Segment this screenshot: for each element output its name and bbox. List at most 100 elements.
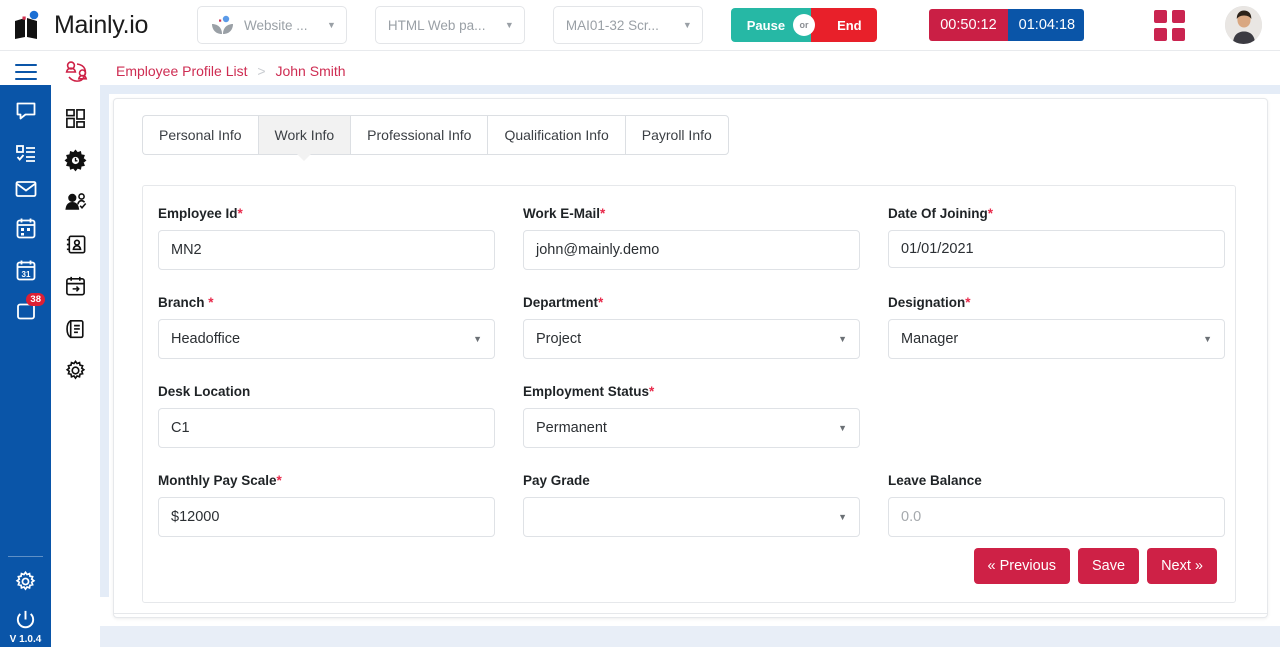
monthly-pay-scale-input[interactable]: $12000	[158, 497, 495, 537]
grid-cell	[1153, 9, 1167, 23]
sidebar-item-leave[interactable]	[51, 265, 100, 307]
sidebar-item-reports[interactable]	[51, 307, 100, 349]
grid-cell	[1153, 27, 1167, 41]
grid-cell	[1171, 27, 1185, 41]
brand-name: Mainly.io	[54, 10, 149, 39]
breadcrumb-parent-link[interactable]: Employee Profile List	[116, 63, 248, 79]
work-email-label: Work E-Mail*	[523, 206, 606, 221]
timer-group: 00:50:12 01:04:18	[929, 9, 1084, 41]
designation-select[interactable]: Manager ▼	[888, 319, 1225, 359]
tab-professional-info[interactable]: Professional Info	[350, 115, 488, 155]
monthly-pay-scale-label: Monthly Pay Scale*	[158, 473, 282, 488]
field-branch: Branch * Headoffice ▼	[158, 295, 495, 359]
work-info-form: Employee Id* MN2 Work E-Mail* john@mainl…	[142, 185, 1236, 603]
people-network-icon[interactable]	[51, 51, 100, 93]
chevron-down-icon: ▼	[838, 334, 847, 344]
chevron-down-icon: ▼	[1203, 334, 1212, 344]
total-timer: 01:04:18	[1007, 9, 1084, 41]
hamburger-line	[15, 71, 37, 73]
grid-cell	[1171, 9, 1185, 23]
tab-qualification-info[interactable]: Qualification Info	[487, 115, 625, 155]
notes-badge: 38	[26, 293, 45, 306]
sidebar-item-settings[interactable]	[0, 560, 51, 602]
app-version: V 1.0.4	[9, 634, 42, 645]
pay-grade-label: Pay Grade	[523, 473, 590, 488]
field-department: Department* Project ▼	[523, 295, 860, 359]
next-button[interactable]: Next »	[1147, 548, 1217, 584]
end-button[interactable]: End	[811, 8, 878, 42]
website-select[interactable]: Website ... ▼	[196, 6, 347, 44]
employee-id-input[interactable]: MN2	[158, 230, 495, 270]
chevron-down-icon: ▼	[473, 334, 482, 344]
field-work-email: Work E-Mail* john@mainly.demo	[523, 206, 860, 270]
branch-value: Headoffice	[171, 331, 241, 347]
employee-profile-panel: Personal Info Work Info Professional Inf…	[113, 98, 1268, 618]
breadcrumb-separator: >	[257, 63, 266, 79]
previous-button[interactable]: « Previous	[973, 548, 1071, 584]
breadcrumb-current[interactable]: John Smith	[275, 63, 345, 79]
sidebar-item-dashboard[interactable]	[51, 97, 100, 139]
pay-grade-select[interactable]: ▼	[523, 497, 860, 537]
department-value: Project	[536, 331, 582, 347]
sidebar-item-schedule[interactable]: 31	[0, 249, 51, 291]
designation-value: Manager	[901, 331, 959, 347]
date-of-joining-label: Date Of Joining*	[888, 206, 994, 221]
save-button[interactable]: Save	[1078, 548, 1140, 584]
hamburger-line	[15, 64, 37, 66]
date-of-joining-input[interactable]: 01/01/2021	[888, 230, 1225, 268]
department-select[interactable]: Project ▼	[523, 319, 860, 359]
field-employee-id: Employee Id* MN2	[158, 206, 495, 270]
session-control: Pause or End	[730, 8, 878, 42]
employment-status-label: Employment Status*	[523, 384, 655, 399]
tab-personal-info[interactable]: Personal Info	[142, 115, 258, 155]
website-leaf-icon	[210, 14, 236, 36]
chevron-down-icon: ▼	[504, 20, 514, 30]
desk-location-input[interactable]: C1	[158, 408, 495, 448]
field-date-of-joining: Date Of Joining* 01/01/2021	[888, 206, 1225, 268]
leave-balance-input[interactable]: 0.0	[888, 497, 1225, 537]
sidebar-item-employees[interactable]	[51, 223, 100, 265]
tab-work-info[interactable]: Work Info	[257, 115, 351, 155]
footer-divider	[113, 613, 1268, 614]
chevron-down-icon: ▼	[326, 20, 336, 30]
field-monthly-pay-scale: Monthly Pay Scale* $12000	[158, 473, 495, 537]
content-top-strip	[100, 85, 1280, 94]
leave-balance-label: Leave Balance	[888, 473, 982, 488]
svg-text:31: 31	[21, 270, 30, 279]
branch-label: Branch *	[158, 295, 214, 310]
field-pay-grade: Pay Grade ▼	[523, 473, 860, 537]
employment-status-select[interactable]: Permanent ▼	[523, 408, 860, 448]
field-desk-location: Desk Location C1	[158, 384, 495, 448]
tab-payroll-info[interactable]: Payroll Info	[624, 115, 729, 155]
field-employment-status: Employment Status* Permanent ▼	[523, 384, 860, 448]
sidebar-item-attendance[interactable]	[51, 181, 100, 223]
field-leave-balance: Leave Balance 0.0	[888, 473, 1225, 537]
task-id-select[interactable]: MAI01-32 Scr... ▼	[552, 6, 703, 44]
sidebar-item-settings-secondary[interactable]	[51, 349, 100, 391]
desk-location-label: Desk Location	[158, 384, 251, 399]
brand-logo[interactable]: Mainly.io	[0, 10, 197, 40]
chevron-down-icon: ▼	[838, 423, 847, 433]
or-divider-label: or	[792, 14, 815, 36]
hamburger-menu-icon[interactable]	[15, 64, 37, 85]
task-id-select-label: MAI01-32 Scr...	[565, 17, 659, 33]
sidebar-item-chat[interactable]	[0, 90, 51, 132]
work-email-input[interactable]: john@mainly.demo	[523, 230, 860, 270]
hamburger-line	[15, 78, 37, 80]
chevron-down-icon: ▼	[838, 512, 847, 522]
sidebar-item-operations[interactable]	[51, 139, 100, 181]
department-label: Department*	[523, 295, 604, 310]
sidebar-divider	[8, 556, 43, 557]
branch-select[interactable]: Headoffice ▼	[158, 319, 495, 359]
sidebar-item-notes[interactable]: 38	[0, 291, 51, 333]
elapsed-timer: 00:50:12	[929, 9, 1008, 41]
grid-apps-icon[interactable]	[1153, 9, 1185, 41]
sidebar-item-mail[interactable]	[0, 168, 51, 210]
sidebar-item-calendar[interactable]	[0, 207, 51, 249]
user-avatar[interactable]	[1224, 6, 1262, 44]
employment-status-value: Permanent	[536, 420, 607, 436]
footer-strip	[100, 626, 1280, 647]
designation-label: Designation*	[888, 295, 971, 310]
task-type-select[interactable]: HTML Web pa... ▼	[374, 6, 525, 44]
book-logo-icon	[14, 10, 48, 40]
